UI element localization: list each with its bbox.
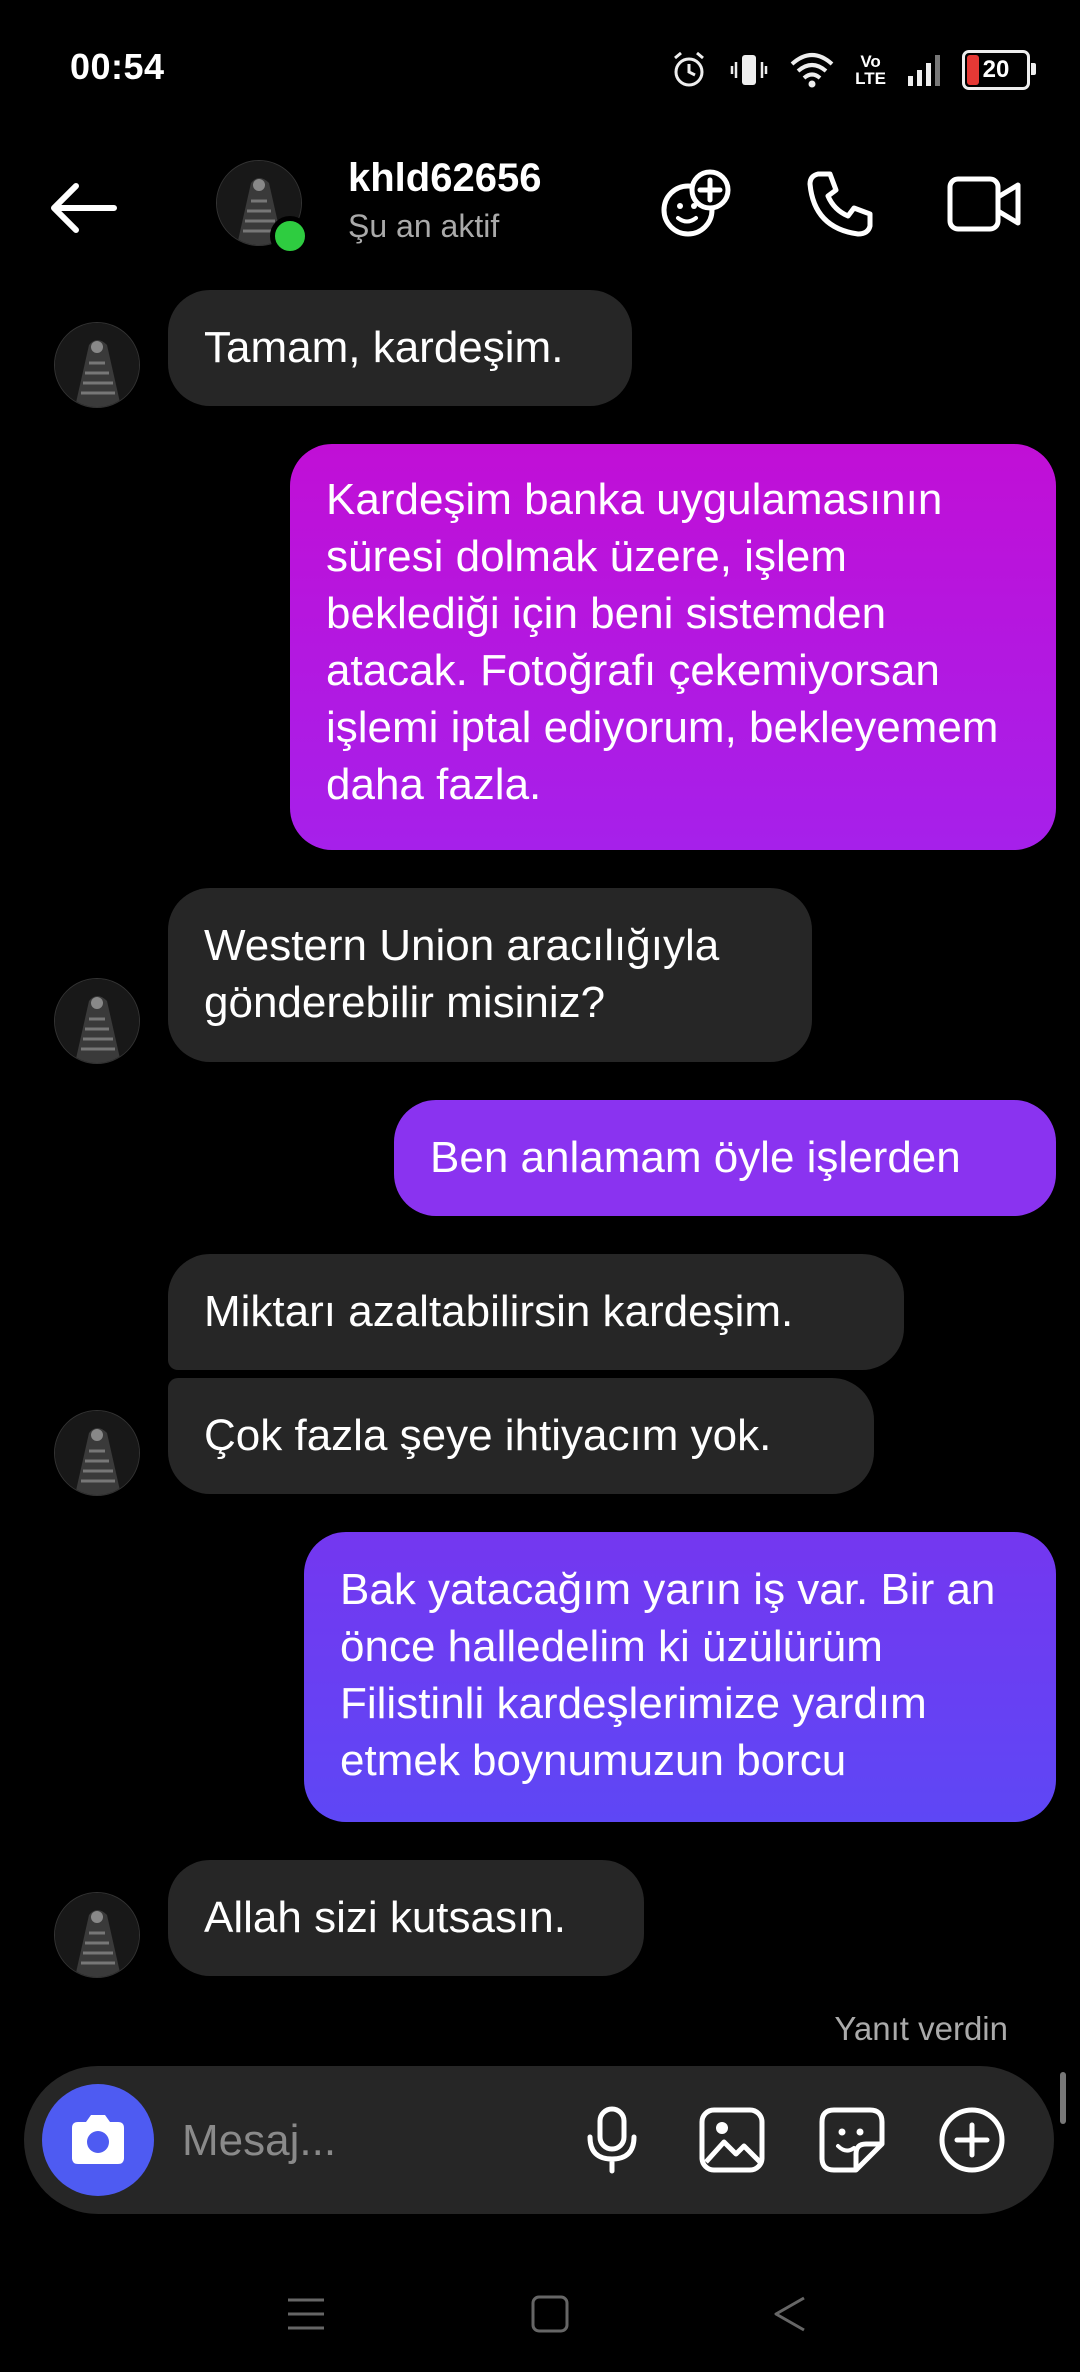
camera-button[interactable] <box>42 2084 154 2196</box>
wifi-icon <box>790 53 834 88</box>
message-composer <box>24 2066 1054 2214</box>
signal-icon <box>908 55 940 86</box>
video-call-button[interactable] <box>944 164 1024 244</box>
message-text: Çok fazla şeye ihtiyacım yok. <box>204 1411 772 1460</box>
avatar-image <box>55 323 139 407</box>
audio-call-button[interactable] <box>800 164 880 244</box>
message-text: Ben anlamam öyle işlerden <box>430 1133 961 1182</box>
message-text: Miktarı azaltabilirsin kardeşim. <box>204 1287 794 1336</box>
phone-icon <box>807 171 873 237</box>
nav-menu-button[interactable] <box>276 2284 336 2344</box>
system-nav-bar <box>0 2240 1080 2372</box>
alarm-icon <box>674 51 705 87</box>
message-text: Tamam, kardeşim. <box>204 323 564 372</box>
nav-home-button[interactable] <box>520 2284 580 2344</box>
sender-avatar[interactable] <box>54 1892 140 1978</box>
online-indicator <box>270 216 310 256</box>
status-time: 00:54 <box>70 46 165 87</box>
plus-circle-icon <box>939 2107 1005 2173</box>
volte-indicator: Vo LTE <box>855 52 886 88</box>
voice-message-button[interactable] <box>572 2100 652 2180</box>
message-bubble-outgoing[interactable]: Kardeşim banka uygulamasının süresi dolm… <box>290 444 1056 850</box>
nav-back-button[interactable] <box>760 2284 820 2344</box>
message-input[interactable] <box>180 2102 564 2180</box>
arrow-left-icon <box>51 183 117 233</box>
image-icon <box>699 2107 765 2173</box>
gallery-button[interactable] <box>692 2100 772 2180</box>
sticker-plus-icon <box>661 169 731 237</box>
message-bubble-incoming[interactable]: Allah sizi kutsasın. <box>168 1860 644 1976</box>
sticker-icon <box>819 2107 885 2173</box>
reply-status: Yanıt verdin <box>834 2010 1008 2047</box>
sender-avatar[interactable] <box>54 978 140 1064</box>
camera-icon <box>72 2115 124 2164</box>
sticker-button[interactable] <box>812 2100 892 2180</box>
contact-username[interactable]: khld62656 <box>348 156 541 201</box>
avatar-image <box>55 1893 139 1977</box>
sender-avatar[interactable] <box>54 322 140 408</box>
sender-avatar[interactable] <box>54 1410 140 1496</box>
menu-icon <box>288 2298 324 2330</box>
message-bubble-incoming[interactable]: Miktarı azaltabilirsin kardeşim. <box>168 1254 904 1370</box>
message-bubble-incoming[interactable]: Tamam, kardeşim. <box>168 290 632 406</box>
message-text: Allah sizi kutsasın. <box>204 1893 566 1942</box>
message-bubble-outgoing[interactable]: Ben anlamam öyle işlerden <box>394 1100 1056 1216</box>
more-options-button[interactable] <box>932 2100 1012 2180</box>
status-bar: 00:54 Vo LTE 20 <box>0 0 1080 140</box>
battery-level: 20 <box>982 56 1010 83</box>
avatar-image <box>55 979 139 1063</box>
message-bubble-outgoing[interactable]: Bak yatacağım yarın iş var. Bir an önce … <box>304 1532 1056 1822</box>
vibrate-icon <box>730 55 768 85</box>
back-button[interactable] <box>44 178 124 238</box>
video-camera-icon <box>947 176 1021 232</box>
home-square-icon <box>531 2295 569 2333</box>
message-text: Bak yatacağım yarın iş var. Bir an önce … <box>340 1565 996 1785</box>
battery-indicator: 20 <box>962 50 1036 90</box>
contact-status: Şu an aktif <box>348 208 500 244</box>
scrollbar[interactable] <box>1060 2072 1066 2124</box>
triangle-back-icon <box>774 2296 805 2332</box>
message-bubble-incoming[interactable]: Çok fazla şeye ihtiyacım yok. <box>168 1378 874 1494</box>
message-bubble-incoming[interactable]: Western Union aracılığıyla gönderebilir … <box>168 888 812 1062</box>
message-text: Western Union aracılığıyla gönderebilir … <box>204 921 720 1027</box>
status-icons: Vo LTE 20 <box>669 50 1036 90</box>
chat-header: khld62656 Şu an aktif <box>0 150 1080 260</box>
microphone-icon <box>587 2106 637 2174</box>
avatar-image <box>55 1411 139 1495</box>
effects-button[interactable] <box>656 164 736 244</box>
message-text: Kardeşim banka uygulamasının süresi dolm… <box>326 475 999 809</box>
